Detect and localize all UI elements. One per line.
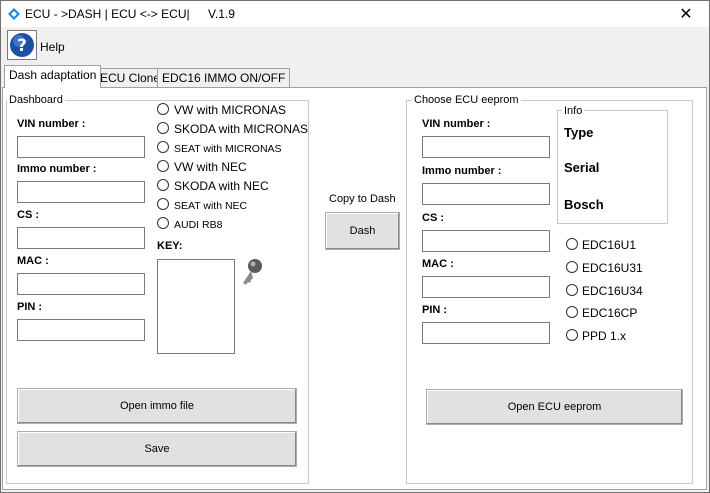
tab-dash-adaptation[interactable]: Dash adaptation <box>4 65 102 88</box>
key-label: KEY: <box>157 240 183 252</box>
toolbar: ? Help <box>1 27 709 65</box>
ecu-mac-label: MAC : <box>422 258 454 270</box>
radio-seat-nec[interactable] <box>157 198 169 210</box>
dash-mac-label: MAC : <box>17 255 49 267</box>
radio-label: EDC16U34 <box>582 284 643 298</box>
radio-vw-micronas[interactable] <box>157 103 169 115</box>
tab-label: EDC16 IMMO ON/OFF <box>162 71 286 85</box>
window-title: ECU - >DASH | ECU <-> ECU| <box>25 7 190 21</box>
window-version: V.1.9 <box>208 7 235 21</box>
key-list-box[interactable] <box>157 259 235 354</box>
radio-label: SKODA with NEC <box>174 179 269 193</box>
info-type: Type <box>564 125 594 140</box>
radio-label: VW with NEC <box>174 160 247 174</box>
tab-ecu-clone[interactable]: ECU Clone <box>95 68 166 88</box>
radio-label: SKODA with MICRONAS <box>174 122 309 136</box>
ecu-pin-label: PIN : <box>422 304 448 316</box>
dash-button[interactable]: Dash <box>325 212 400 250</box>
help-glyph: ? <box>17 36 27 56</box>
ecu-group-title: Choose ECU eeprom <box>412 94 521 106</box>
ecu-pin-input[interactable] <box>422 322 550 344</box>
dash-cs-input[interactable] <box>17 227 145 249</box>
ecu-immo-label: Immo number : <box>422 165 502 177</box>
copy-to-dash-label: Copy to Dash <box>329 193 396 205</box>
radio-vw-nec[interactable] <box>157 160 169 172</box>
radio-label: EDC16U1 <box>582 238 637 252</box>
dash-immo-input[interactable] <box>17 181 145 203</box>
open-ecu-eeprom-button[interactable]: Open ECU eeprom <box>426 389 683 425</box>
button-label: Open ECU eeprom <box>507 401 602 413</box>
open-immo-file-button[interactable]: Open immo file <box>17 388 297 424</box>
key-icon <box>243 259 262 285</box>
dash-pin-label: PIN : <box>17 301 43 313</box>
radio-skoda-nec[interactable] <box>157 179 169 191</box>
radio-label: SEAT with MICRONAS <box>174 143 282 155</box>
info-serial: Serial <box>564 160 600 175</box>
info-bosch: Bosch <box>564 197 604 212</box>
app-icon <box>8 8 20 20</box>
help-icon[interactable]: ? <box>7 30 37 60</box>
ecu-mac-input[interactable] <box>422 276 550 298</box>
radio-edc16u34[interactable] <box>566 284 578 296</box>
info-group-title: Info <box>562 105 585 117</box>
radio-label: PPD 1.x <box>582 329 627 343</box>
radio-skoda-micronas[interactable] <box>157 122 169 134</box>
ecu-immo-input[interactable] <box>422 183 550 205</box>
radio-seat-micronas[interactable] <box>157 141 169 153</box>
tab-edc16-immo[interactable]: EDC16 IMMO ON/OFF <box>157 68 291 88</box>
radio-edc16u31[interactable] <box>566 261 578 273</box>
tab-label: ECU Clone <box>100 71 161 85</box>
dash-immo-label: Immo number : <box>17 163 97 175</box>
dash-cs-label: CS : <box>17 209 39 221</box>
ecu-vin-input[interactable] <box>422 136 550 158</box>
dash-vin-input[interactable] <box>17 136 145 158</box>
dashboard-group-title: Dashboard <box>7 94 65 106</box>
ecu-cs-label: CS : <box>422 212 444 224</box>
ecu-cs-input[interactable] <box>422 230 550 252</box>
radio-label: EDC16U31 <box>582 261 643 275</box>
button-label: Save <box>144 443 170 455</box>
radio-label: SEAT with NEC <box>174 200 248 212</box>
radio-label: EDC16CP <box>582 306 638 320</box>
tab-label: Dash adaptation <box>9 68 97 82</box>
radio-ppd1x[interactable] <box>566 329 578 341</box>
close-icon: ✕ <box>679 6 693 23</box>
dash-vin-label: VIN number : <box>17 118 86 130</box>
radio-edc16cp[interactable] <box>566 306 578 318</box>
button-label: Open immo file <box>120 400 194 412</box>
radio-label: AUDI RB8 <box>174 219 223 231</box>
help-menu-label[interactable]: Help <box>40 40 65 54</box>
radio-edc16u1[interactable] <box>566 238 578 250</box>
dash-pin-input[interactable] <box>17 319 145 341</box>
radio-audi-rb8[interactable] <box>157 217 169 229</box>
ecu-vin-label: VIN number : <box>422 118 491 130</box>
save-button[interactable]: Save <box>17 431 297 467</box>
title-bar: ECU - >DASH | ECU <-> ECU| V.1.9 ✕ <box>1 1 709 27</box>
dash-mac-input[interactable] <box>17 273 145 295</box>
close-button[interactable]: ✕ <box>663 1 709 27</box>
radio-label: VW with MICRONAS <box>174 103 287 117</box>
button-label: Dash <box>349 225 376 237</box>
